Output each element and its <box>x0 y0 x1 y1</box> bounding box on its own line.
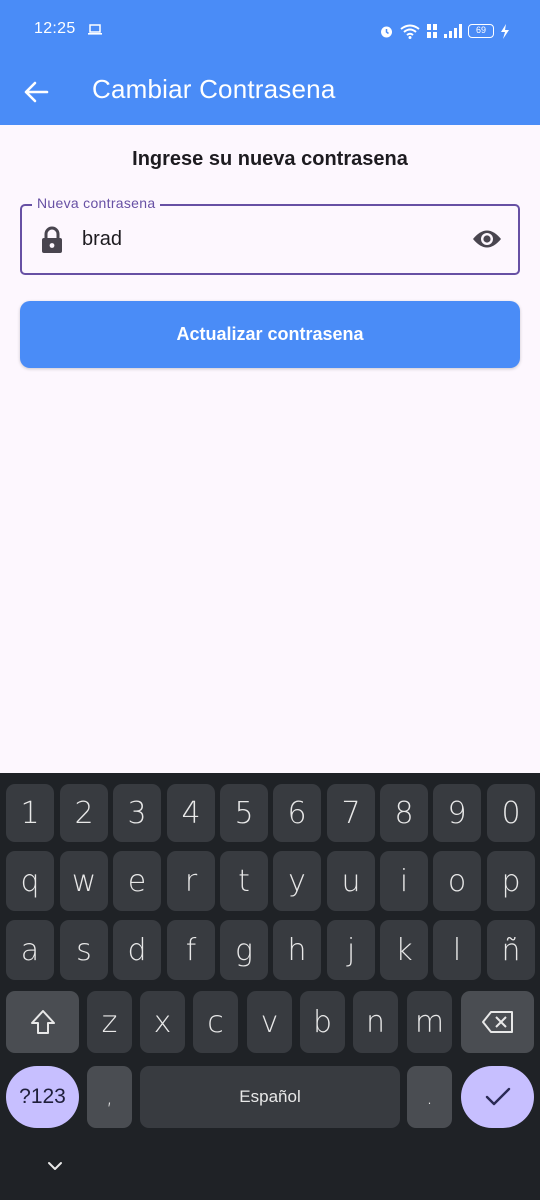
key-g[interactable]: g <box>220 920 268 980</box>
backspace-key[interactable] <box>461 991 534 1053</box>
key-8[interactable]: 8 <box>380 784 428 842</box>
key-9[interactable]: 9 <box>433 784 481 842</box>
key-i[interactable]: i <box>380 851 428 911</box>
new-password-label: Nueva contrasena <box>32 195 161 211</box>
comma-key[interactable]: , <box>87 1066 132 1128</box>
new-password-input[interactable]: brad <box>82 228 122 251</box>
check-icon <box>485 1087 510 1106</box>
key-u[interactable]: u <box>327 851 375 911</box>
charging-icon <box>501 23 509 39</box>
key-p[interactable]: p <box>487 851 535 911</box>
key-4[interactable]: 4 <box>167 784 215 842</box>
key-5[interactable]: 5 <box>220 784 268 842</box>
key-n[interactable]: n <box>353 991 398 1053</box>
key-7[interactable]: 7 <box>327 784 375 842</box>
signal-icon <box>444 24 462 38</box>
shift-icon <box>30 1010 55 1034</box>
status-bar: 12:25 69 <box>0 0 540 62</box>
key-n-tilde[interactable]: ñ <box>487 920 535 980</box>
key-2[interactable]: 2 <box>60 784 108 842</box>
key-a[interactable]: a <box>6 920 54 980</box>
key-d[interactable]: d <box>113 920 161 980</box>
arrow-back-icon <box>24 81 49 103</box>
shift-key[interactable] <box>6 991 79 1053</box>
volte-icon <box>427 24 437 38</box>
alarm-icon <box>381 26 392 37</box>
new-password-field[interactable]: Nueva contrasena brad <box>20 195 520 275</box>
status-icons: 69 <box>379 20 510 42</box>
back-button[interactable] <box>20 76 52 108</box>
space-key[interactable]: Español <box>140 1066 400 1128</box>
key-s[interactable]: s <box>60 920 108 980</box>
key-6[interactable]: 6 <box>273 784 321 842</box>
key-q[interactable]: q <box>6 851 54 911</box>
key-k[interactable]: k <box>380 920 428 980</box>
key-3[interactable]: 3 <box>113 784 161 842</box>
key-t[interactable]: t <box>220 851 268 911</box>
key-r[interactable]: r <box>167 851 215 911</box>
keyboard: 1 2 3 4 5 6 7 8 9 0 q w e r t y u i o p … <box>0 773 540 1200</box>
app-bar: Cambiar Contrasena <box>0 62 540 125</box>
laptop-icon <box>88 24 102 35</box>
update-password-button[interactable]: Actualizar contrasena <box>20 301 520 368</box>
visibility-icon[interactable] <box>472 228 502 250</box>
key-m[interactable]: m <box>407 991 452 1053</box>
key-b[interactable]: b <box>300 991 345 1053</box>
page-title: Cambiar Contrasena <box>92 74 336 104</box>
enter-key[interactable] <box>461 1066 534 1128</box>
key-j[interactable]: j <box>327 920 375 980</box>
key-0[interactable]: 0 <box>487 784 535 842</box>
key-c[interactable]: c <box>193 991 238 1053</box>
key-y[interactable]: y <box>273 851 321 911</box>
key-h[interactable]: h <box>273 920 321 980</box>
chevron-down-icon[interactable] <box>45 1159 65 1173</box>
battery-icon: 69 <box>468 24 494 38</box>
lock-icon <box>42 226 62 253</box>
key-f[interactable]: f <box>167 920 215 980</box>
status-time: 12:25 <box>34 20 76 37</box>
key-l[interactable]: l <box>433 920 481 980</box>
wifi-icon <box>400 24 420 39</box>
backspace-icon <box>481 1011 513 1033</box>
period-key[interactable]: . <box>407 1066 452 1128</box>
key-1[interactable]: 1 <box>6 784 54 842</box>
key-o[interactable]: o <box>433 851 481 911</box>
key-x[interactable]: x <box>140 991 185 1053</box>
key-v[interactable]: v <box>247 991 292 1053</box>
key-e[interactable]: e <box>113 851 161 911</box>
symbols-key[interactable]: ?123 <box>6 1066 79 1128</box>
key-w[interactable]: w <box>60 851 108 911</box>
form-heading: Ingrese su nueva contrasena <box>132 148 408 170</box>
key-z[interactable]: z <box>87 991 132 1053</box>
